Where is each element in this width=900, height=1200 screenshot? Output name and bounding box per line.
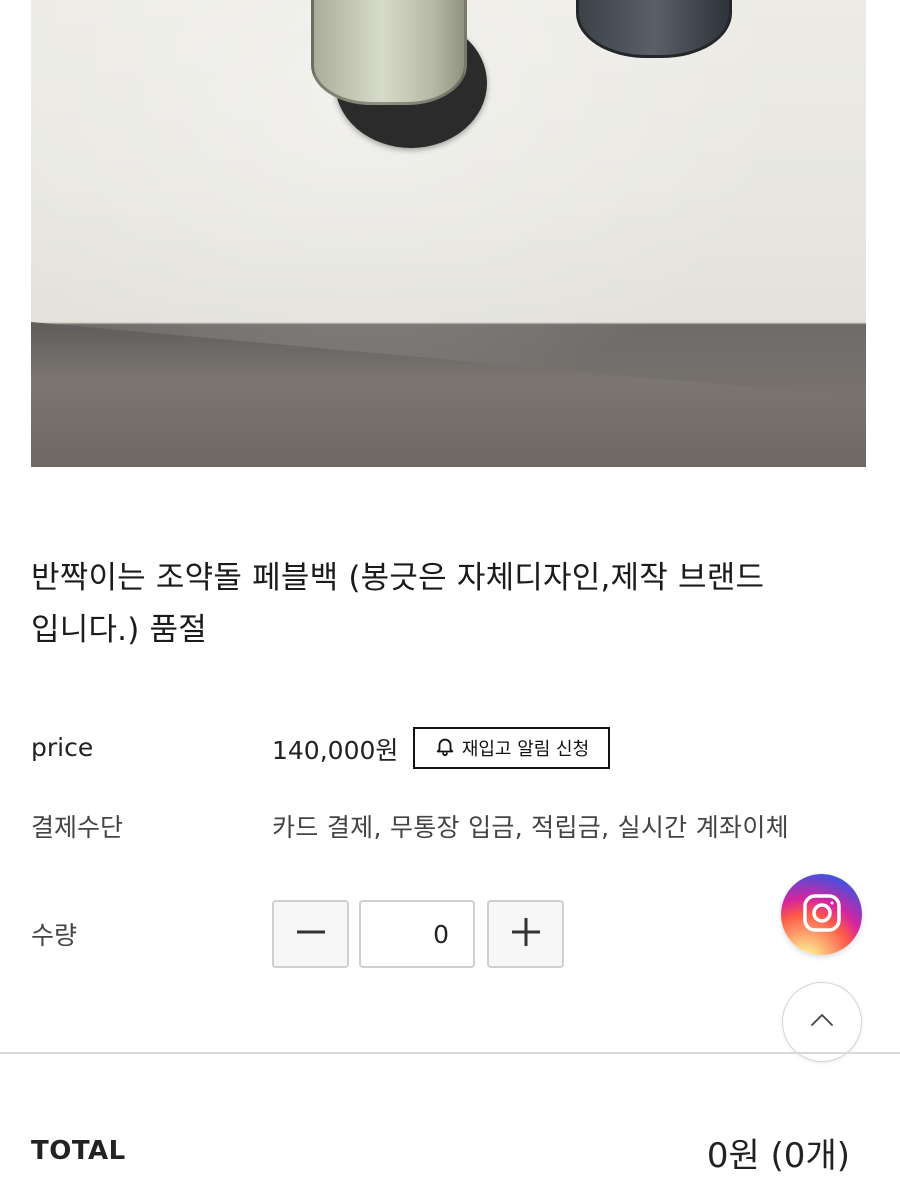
- quantity-input[interactable]: 0: [359, 900, 475, 968]
- product-image: [31, 0, 866, 467]
- total-label: TOTAL: [31, 1136, 126, 1166]
- payment-method-value: 카드 결제, 무통장 입금, 적립금, 실시간 계좌이체: [272, 813, 789, 842]
- plus-icon: [509, 915, 543, 953]
- price-label: price: [31, 733, 94, 762]
- quantity-increase-button[interactable]: [487, 900, 564, 968]
- price-value: 140,000원: [272, 736, 399, 765]
- product-title-line-1: 반짝이는 조약돌 페블백 (봉긋은 자체디자인,제작 브랜드: [31, 560, 765, 596]
- product-title: 반짝이는 조약돌 페블백 (봉긋은 자체디자인,제작 브랜드 입니다.) 품절: [31, 552, 866, 656]
- product-title-line-2: 입니다.) 품절: [31, 612, 208, 648]
- instagram-button[interactable]: [781, 874, 862, 955]
- minus-icon: [294, 915, 328, 953]
- payment-method-label: 결제수단: [31, 813, 124, 842]
- bell-icon: [434, 735, 456, 762]
- chevron-up-icon: [807, 1005, 837, 1039]
- divider: [0, 1052, 900, 1054]
- quantity-value: 0: [433, 919, 449, 949]
- quantity-label: 수량: [31, 921, 78, 950]
- total-value: 0원 (0개): [706, 1136, 850, 1176]
- instagram-icon: [800, 891, 844, 939]
- restock-alert-label: 재입고 알림 신청: [461, 739, 590, 760]
- scroll-to-top-button[interactable]: [782, 982, 862, 1062]
- quantity-decrease-button[interactable]: [272, 900, 349, 968]
- restock-alert-button[interactable]: 재입고 알림 신청: [413, 727, 610, 769]
